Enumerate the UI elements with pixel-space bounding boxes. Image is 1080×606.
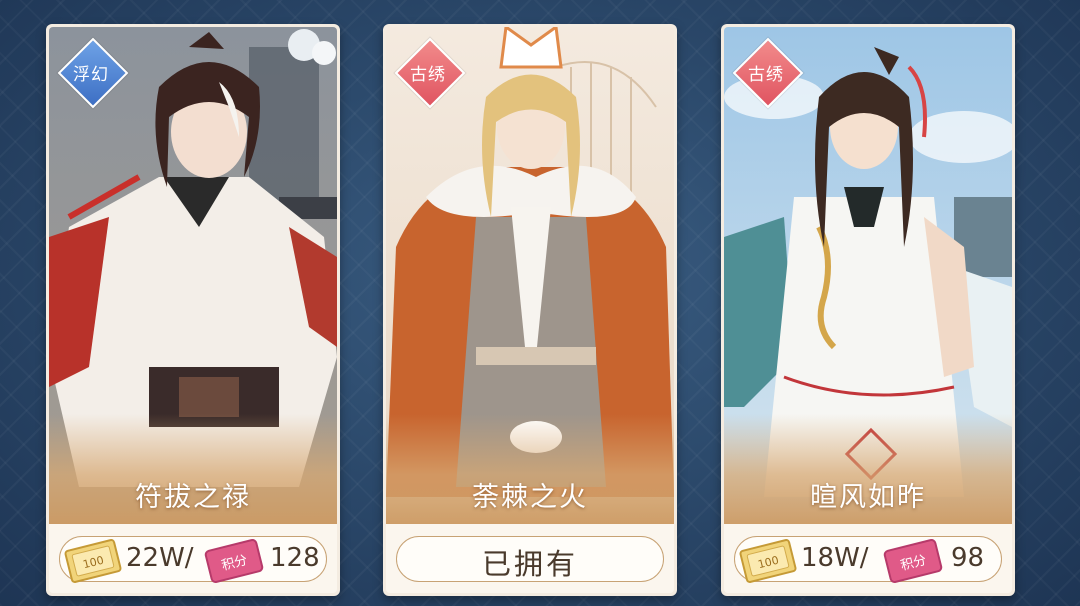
tag-badge: 古绣 [394,37,466,109]
buy-button[interactable]: 100 18W/ 积分 98 [734,536,1002,585]
tag-label: 古绣 [748,65,784,85]
costume-card-2[interactable]: 荼棘之火 古绣 已拥有 [383,24,677,596]
price-area: 已拥有 [386,524,674,593]
costume-card-1[interactable]: 符拔之禄 浮幻 100 22W/ 积分 128 [46,24,340,596]
costume-name: 符拔之禄 [135,482,251,513]
costume-name: 荼棘之火 [472,482,588,513]
price-area: 100 22W/ 积分 128 [49,524,337,593]
costume-name: 暄风如昨 [810,482,926,513]
points-ticket-icon: 积分 [202,537,265,585]
coupon-ticket-icon: 100 [737,537,798,585]
tag-badge: 古绣 [732,37,804,109]
tag-label: 浮幻 [73,65,109,85]
owned-indicator: 已拥有 [396,536,664,582]
tag-badge: 浮幻 [57,37,129,109]
points-ticket-icon: 积分 [881,537,944,585]
buy-button[interactable]: 100 22W/ 积分 128 [59,536,327,585]
owned-label: 已拥有 [481,547,578,581]
price-area: 100 18W/ 积分 98 [724,524,1012,593]
currency-price: 22W/ [126,543,194,573]
points-price: 98 [951,543,985,573]
costume-card-3[interactable]: 暄风如昨 古绣 100 18W/ 积分 98 [721,24,1015,596]
coupon-ticket-icon: 100 [62,537,123,585]
currency-price: 18W/ [801,543,869,573]
points-price: 128 [270,543,320,573]
tag-label: 古绣 [410,65,446,85]
